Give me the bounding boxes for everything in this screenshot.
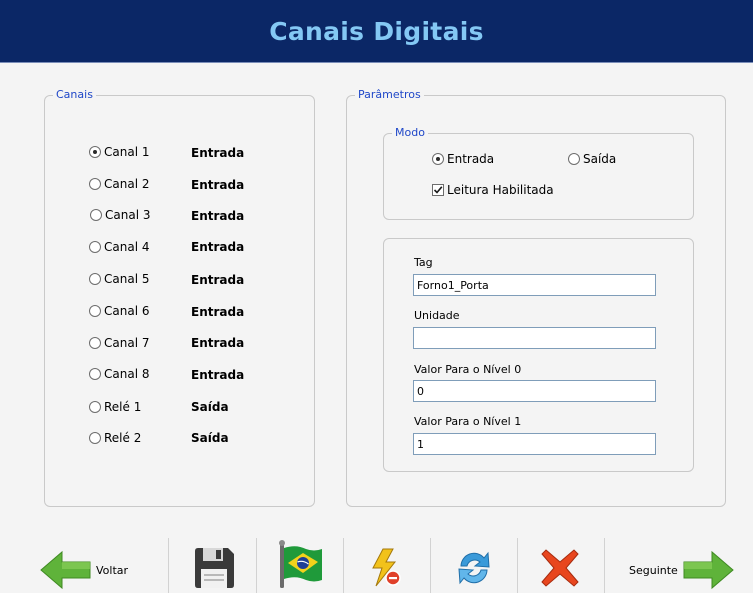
radio-selected-icon [432,153,444,165]
mode-input-radio[interactable]: Entrada [432,152,494,166]
channels-group: Canais [44,88,315,507]
channel-radio-5[interactable]: Canal 5 [89,272,149,286]
header-bar: Canais Digitais [0,0,753,62]
channel-label: Relé 2 [104,431,142,445]
language-button[interactable] [276,540,324,590]
lightning-icon [372,548,401,587]
parameters-group-legend: Parâmetros [355,88,424,101]
channel-direction: Entrada [191,209,245,223]
next-arrow-icon [683,550,734,590]
channel-label: Relé 1 [104,400,142,414]
mode-output-label: Saída [583,152,617,166]
toolbar-separator [604,538,605,593]
level0-label: Valor Para o Nível 0 [414,363,522,376]
channel-direction: Entrada [191,178,245,192]
channel-radio-2[interactable]: Canal 2 [89,177,149,191]
refresh-button[interactable] [453,547,495,589]
back-button[interactable]: Voltar [40,550,128,590]
mode-group: Modo [383,126,694,220]
channel-label: Canal 7 [104,336,150,350]
level1-label: Valor Para o Nível 1 [414,415,522,428]
toolbar-separator [343,538,344,593]
refresh-icon [458,551,490,585]
radio-icon [89,273,101,285]
back-arrow-icon [40,550,91,590]
channel-radio-8[interactable]: Canal 8 [89,367,149,381]
radio-icon [89,368,101,380]
save-button[interactable] [192,546,236,590]
unit-input[interactable] [413,327,656,349]
radio-icon [568,153,580,165]
radio-icon [89,401,101,413]
delete-icon [541,549,579,587]
channel-label: Canal 3 [105,208,151,222]
save-icon [195,548,234,588]
level0-input[interactable] [413,380,656,402]
toolbar-separator [256,538,257,593]
next-button[interactable]: Seguinte [629,550,734,590]
tag-input[interactable] [413,274,656,296]
toolbar-separator [517,538,518,593]
relay-radio-1[interactable]: Relé 1 [89,400,141,414]
unit-label: Unidade [414,309,460,322]
tag-label: Tag [414,256,433,269]
channel-direction: Entrada [191,368,245,382]
channel-direction: Entrada [191,336,245,350]
radio-icon [89,337,101,349]
radio-icon [89,178,101,190]
read-enabled-label: Leitura Habilitada [447,183,554,197]
page-title: Canais Digitais [269,16,484,46]
channel-direction: Entrada [191,273,245,287]
checkbox-checked-icon [432,184,444,196]
channels-group-legend: Canais [53,88,96,101]
channel-direction: Entrada [191,146,245,160]
channel-radio-4[interactable]: Canal 4 [89,240,149,254]
next-label: Seguinte [629,563,678,577]
toolbar-separator [168,538,169,593]
channel-radio-6[interactable]: Canal 6 [89,304,149,318]
mode-output-radio[interactable]: Saída [568,152,616,166]
radio-icon [89,241,101,253]
level1-input[interactable] [413,433,656,455]
radio-icon [90,209,102,221]
channel-radio-3[interactable]: Canal 3 [90,208,150,222]
mode-group-legend: Modo [392,126,428,139]
channel-direction: Saída [191,400,229,414]
channel-label: Canal 8 [104,367,150,381]
channel-radio-1[interactable]: Canal 1 [89,145,149,159]
channel-label: Canal 5 [104,272,150,286]
channel-direction: Entrada [191,305,245,319]
channel-label: Canal 1 [104,145,150,159]
radio-icon [89,305,101,317]
back-label: Voltar [96,563,129,577]
connect-button[interactable] [369,548,403,588]
channel-label: Canal 2 [104,177,150,191]
channel-label: Canal 6 [104,304,150,318]
mode-input-label: Entrada [447,152,495,166]
relay-radio-2[interactable]: Relé 2 [89,431,141,445]
channel-radio-7[interactable]: Canal 7 [89,336,149,350]
read-enabled-checkbox[interactable]: Leitura Habilitada [432,183,554,197]
toolbar-separator [430,538,431,593]
channel-direction: Entrada [191,240,245,254]
channel-label: Canal 4 [104,240,150,254]
header-divider [0,62,753,63]
radio-icon [89,432,101,444]
radio-selected-icon [89,146,101,158]
delete-button[interactable] [540,548,580,588]
brazil-flag-icon [279,540,322,588]
channel-direction: Saída [191,431,229,445]
